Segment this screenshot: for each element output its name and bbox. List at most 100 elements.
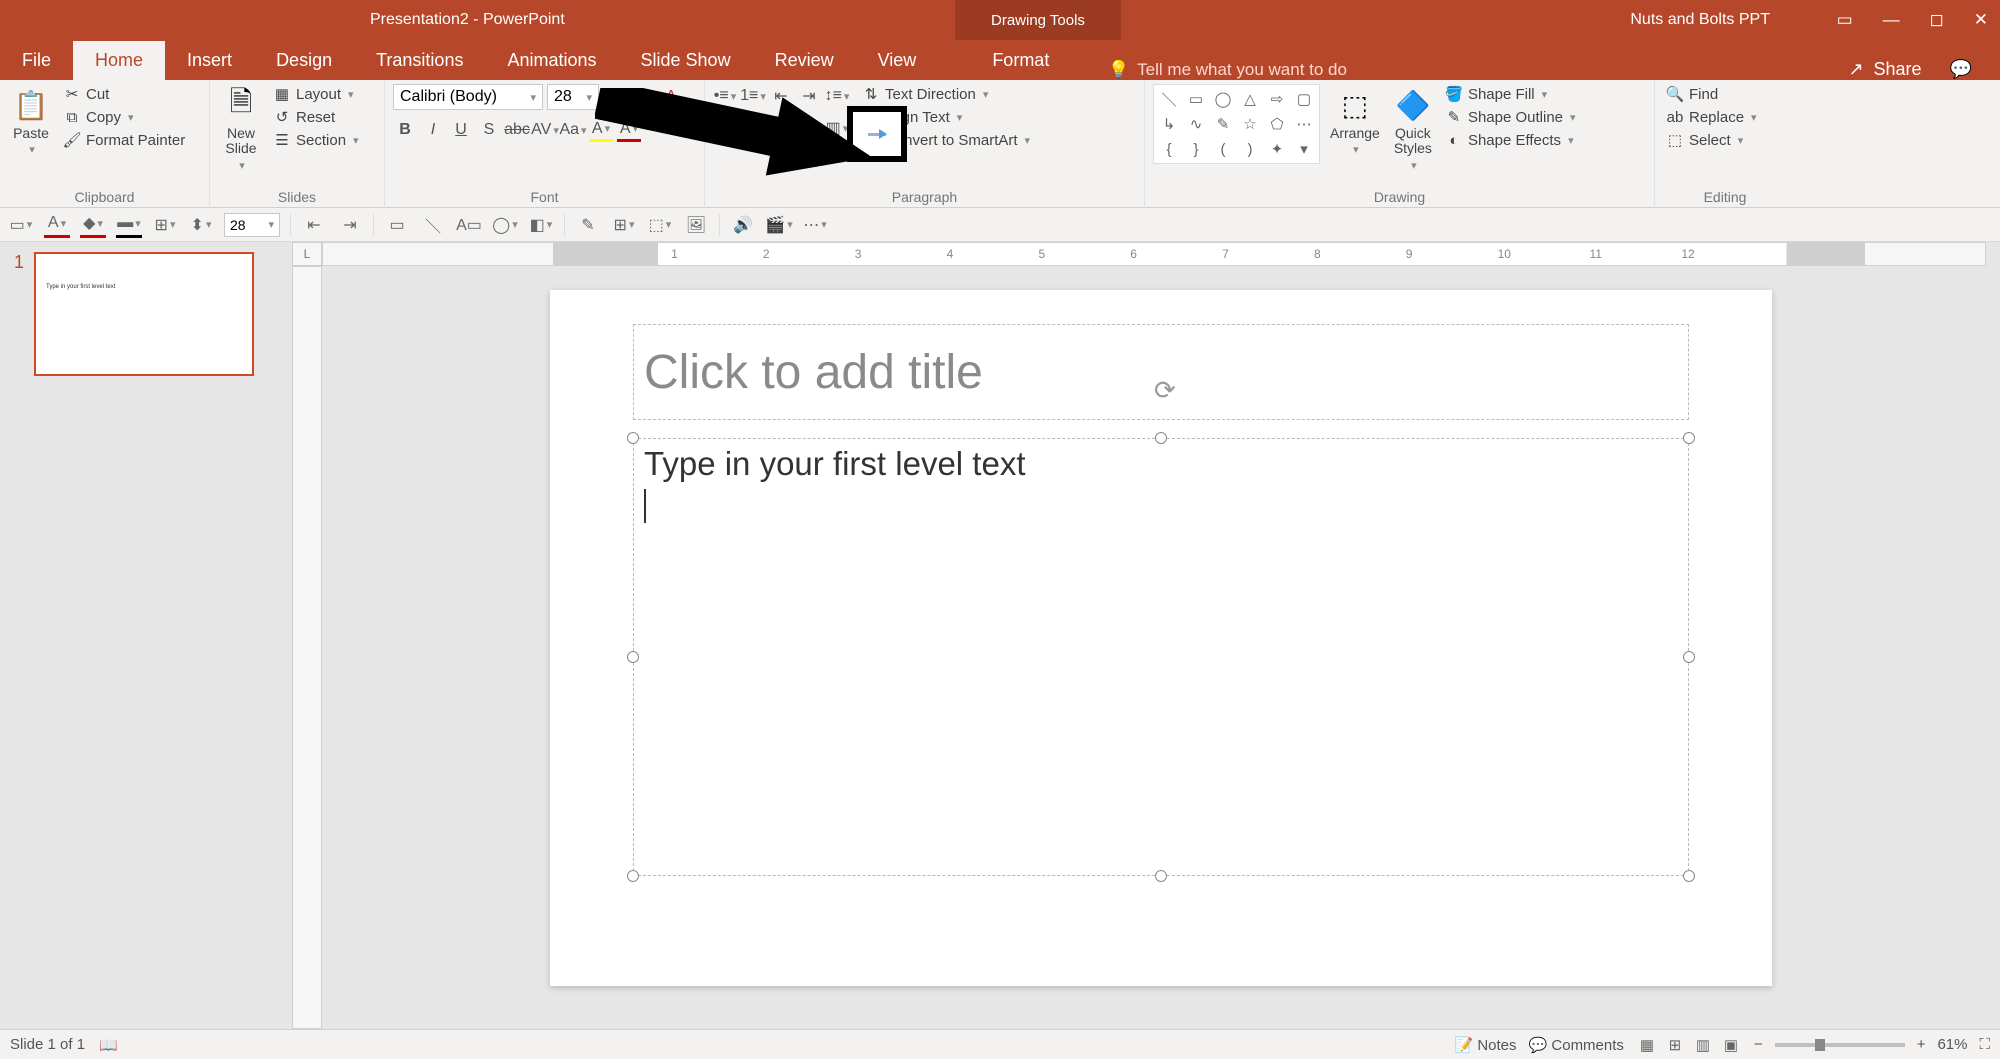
resize-handle[interactable] [627, 432, 639, 444]
maximize-icon[interactable]: ◻ [1930, 10, 1944, 30]
sorter-view-icon[interactable]: ⊞ [1664, 1034, 1686, 1056]
tab-review[interactable]: Review [753, 41, 856, 80]
qat-more-icon[interactable]: ⋯▾ [802, 212, 828, 238]
qat-shape-icon[interactable]: ▭▾ [8, 212, 34, 238]
spellcheck-icon[interactable]: 📖 [99, 1036, 118, 1054]
qat-distribute-icon[interactable]: ⬍▾ [188, 212, 214, 238]
char-spacing-icon[interactable]: AV▾ [533, 118, 557, 142]
italic-icon[interactable]: I [421, 118, 445, 142]
shape-paren-icon[interactable]: ( [1211, 138, 1235, 160]
comments-button[interactable]: 💬 Comments [1529, 1036, 1624, 1054]
share-button[interactable]: Share [1874, 59, 1922, 80]
paste-button[interactable]: 📋 Paste ▾ [8, 84, 54, 158]
resize-handle[interactable] [627, 870, 639, 882]
tab-file[interactable]: File [0, 41, 73, 80]
fit-window-icon[interactable]: ⛶ [1979, 1036, 1990, 1053]
resize-handle[interactable] [1683, 432, 1695, 444]
shadow-icon[interactable]: S [477, 118, 501, 142]
tab-slideshow[interactable]: Slide Show [619, 41, 753, 80]
shape-paren2-icon[interactable]: ) [1238, 138, 1262, 160]
normal-view-icon[interactable]: ▦ [1636, 1034, 1658, 1056]
shapes-gallery[interactable]: ＼▭◯△⇨▢ ↳∿✎☆⬠⋯ {}()✦▾ [1153, 84, 1320, 164]
qat-crop-icon[interactable]: ⬚▾ [647, 212, 673, 238]
shape-callout-icon[interactable]: ⬠ [1265, 113, 1289, 135]
resize-handle[interactable] [1155, 870, 1167, 882]
account-name[interactable]: Nuts and Bolts PPT [1630, 11, 1770, 29]
shape-star2-icon[interactable]: ✦ [1265, 138, 1289, 160]
reading-view-icon[interactable]: ▥ [1692, 1034, 1714, 1056]
change-case-icon[interactable]: Aa▾ [561, 118, 585, 142]
reset-button[interactable]: ↺Reset [270, 107, 362, 127]
shape-curve-icon[interactable]: ∿ [1184, 113, 1208, 135]
resize-handle[interactable] [1683, 651, 1695, 663]
new-slide-button[interactable]: 🗎 New Slide ▾ [218, 84, 264, 174]
text-direction-button[interactable]: ⇅Text Direction▾ [859, 84, 1033, 104]
shape-outline-button[interactable]: ✎Shape Outline▾ [1442, 107, 1579, 127]
rotate-handle-icon[interactable]: ⟳ [1154, 375, 1182, 403]
qat-textbox-icon[interactable]: A▭ [456, 212, 482, 238]
shape-brace-icon[interactable]: { [1157, 138, 1181, 160]
shape-star-icon[interactable]: ☆ [1238, 113, 1262, 135]
zoom-thumb[interactable] [1815, 1039, 1825, 1051]
qat-align-icon[interactable]: ⊞▾ [152, 212, 178, 238]
vertical-ruler[interactable] [292, 266, 322, 1029]
close-icon[interactable]: ✕ [1974, 10, 1988, 30]
shape-roundrect-icon[interactable]: ▢ [1292, 88, 1316, 110]
zoom-in-icon[interactable]: + [1917, 1036, 1926, 1053]
qat-grid-icon[interactable]: ⊞▾ [611, 212, 637, 238]
font-name-combo[interactable]: Calibri (Body)▾ [393, 84, 543, 110]
qat-audio-icon[interactable]: 🔊 [730, 212, 756, 238]
resize-handle[interactable] [1155, 432, 1167, 444]
layout-button[interactable]: ▦Layout▾ [270, 84, 362, 104]
shape-brace2-icon[interactable]: } [1184, 138, 1208, 160]
tab-transitions[interactable]: Transitions [354, 41, 485, 80]
shape-expand-icon[interactable]: ▾ [1292, 138, 1316, 160]
shape-arrow-icon[interactable]: ⇨ [1265, 88, 1289, 110]
quick-styles-button[interactable]: 🔷Quick Styles▾ [1390, 84, 1436, 174]
shape-effects-button[interactable]: ◐Shape Effects▾ [1442, 130, 1579, 150]
tab-format[interactable]: Format [970, 41, 1071, 80]
qat-fontsize-combo[interactable]: 28▾ [224, 213, 280, 237]
replace-button[interactable]: abReplace▾ [1663, 107, 1787, 127]
copy-button[interactable]: ⧉Copy▾ [60, 107, 188, 127]
shape-connector-icon[interactable]: ↳ [1157, 113, 1181, 135]
qat-eyedropper-icon[interactable]: ✎ [575, 212, 601, 238]
shape-line-icon[interactable]: ＼ [1157, 88, 1181, 110]
tab-insert[interactable]: Insert [165, 41, 254, 80]
shape-triangle-icon[interactable]: △ [1238, 88, 1262, 110]
tab-animations[interactable]: Animations [485, 41, 618, 80]
title-placeholder[interactable]: Click to add title [633, 324, 1689, 420]
qat-outline-icon[interactable]: ▬▾ [116, 212, 142, 238]
slide-counter[interactable]: Slide 1 of 1 [10, 1036, 85, 1053]
tab-design[interactable]: Design [254, 41, 354, 80]
zoom-level[interactable]: 61% [1937, 1036, 1967, 1053]
slide-thumbnail[interactable]: Type in your first level text [34, 252, 254, 376]
tab-view[interactable]: View [856, 41, 939, 80]
resize-handle[interactable] [1683, 870, 1695, 882]
ribbon-display-icon[interactable]: ▭ [1837, 10, 1853, 30]
minimize-icon[interactable]: — [1883, 10, 1900, 30]
zoom-slider[interactable] [1775, 1043, 1905, 1047]
bold-icon[interactable]: B [393, 118, 417, 142]
qat-outdent-icon[interactable]: ⇥ [337, 212, 363, 238]
cut-button[interactable]: ✂Cut [60, 84, 188, 104]
shape-freeform-icon[interactable]: ✎ [1211, 113, 1235, 135]
qat-picture-icon[interactable]: 🖼 [683, 212, 709, 238]
section-button[interactable]: ☰Section▾ [270, 130, 362, 150]
qat-fill-icon[interactable]: ◆▾ [80, 212, 106, 238]
shape-rect-icon[interactable]: ▭ [1184, 88, 1208, 110]
resize-handle[interactable] [627, 651, 639, 663]
ruler-corner[interactable]: L [292, 242, 322, 266]
qat-rect-icon[interactable]: ▭ [384, 212, 410, 238]
font-size-combo[interactable]: 28▾ [547, 84, 599, 110]
shape-more-icon[interactable]: ⋯ [1292, 113, 1316, 135]
zoom-out-icon[interactable]: − [1754, 1036, 1763, 1053]
select-button[interactable]: ⬚Select▾ [1663, 130, 1787, 150]
notes-button[interactable]: 📝 Notes [1454, 1036, 1516, 1054]
horizontal-ruler[interactable]: 1 2 3 4 5 6 7 8 9 10 11 12 [322, 242, 1986, 266]
qat-fontcolor-icon[interactable]: A▾ [44, 212, 70, 238]
strikethrough-icon[interactable]: abc [505, 118, 529, 142]
tell-me-search[interactable]: 💡 Tell me what you want to do [1108, 60, 1347, 80]
qat-merge-icon[interactable]: ◧▾ [528, 212, 554, 238]
shape-oval-icon[interactable]: ◯ [1211, 88, 1235, 110]
